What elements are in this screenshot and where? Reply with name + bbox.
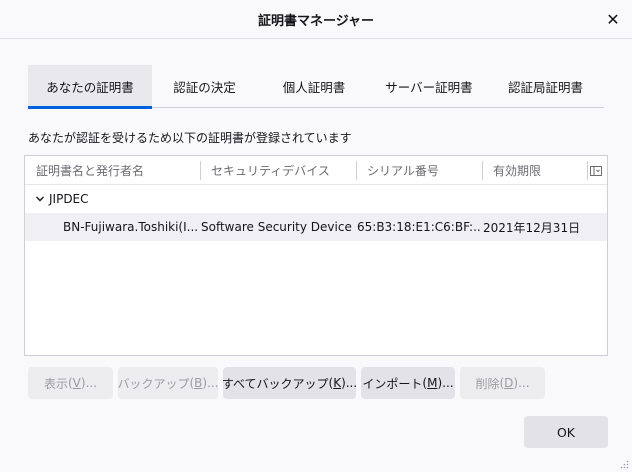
tab-label: 認証の決定 bbox=[173, 80, 236, 95]
access-key: M bbox=[427, 376, 438, 390]
import-button[interactable]: インポート(M)... bbox=[361, 367, 455, 399]
title-bar: 証明書マネージャー ✕ bbox=[0, 0, 632, 39]
description-text: あなたが認証を受けるため以下の証明書が登録されています bbox=[28, 131, 352, 145]
cell-name: BN-Fujiwara.Toshiki(I... bbox=[63, 220, 199, 234]
access-key: D bbox=[504, 376, 514, 390]
close-icon: ✕ bbox=[606, 9, 620, 29]
ok-button[interactable]: OK bbox=[524, 416, 608, 448]
button-label: バックアップ bbox=[117, 376, 190, 391]
cell-device: Software Security Device bbox=[201, 220, 352, 234]
delete-button[interactable]: 削除(D)... bbox=[460, 367, 545, 399]
cell-serial: 65:B3:18:E1:C6:BF:... bbox=[357, 220, 482, 234]
column-header-label: セキュリティデバイス bbox=[211, 163, 330, 178]
button-label: インポート bbox=[362, 376, 423, 391]
tab-bar: あなたの証明書 認証の決定 個人証明書 サーバー証明書 認証局証明書 bbox=[28, 65, 604, 109]
column-picker-icon bbox=[590, 165, 602, 176]
chevron-down-icon[interactable] bbox=[33, 192, 47, 206]
backup-button[interactable]: バックアップ(B)... bbox=[117, 367, 219, 399]
group-name: JIPDEC bbox=[49, 192, 89, 206]
column-header-label: 有効期限 bbox=[493, 163, 542, 178]
resize-grip-icon[interactable] bbox=[620, 460, 629, 469]
close-button[interactable]: ✕ bbox=[602, 8, 624, 30]
column-header-label: 証明書名と発行者名 bbox=[36, 163, 145, 178]
cell-expires: 2021年12月31日 bbox=[483, 220, 581, 235]
column-header-serial[interactable]: シリアル番号 bbox=[356, 156, 482, 185]
column-header-device[interactable]: セキュリティデバイス bbox=[200, 156, 356, 185]
access-key: K bbox=[333, 376, 342, 390]
tree-header: 証明書名と発行者名 セキュリティデバイス シリアル番号 有効期限 bbox=[25, 156, 607, 185]
view-button[interactable]: 表示(V)... bbox=[28, 367, 113, 399]
column-header-label: シリアル番号 bbox=[367, 163, 439, 178]
dialog-title: 証明書マネージャー bbox=[257, 14, 375, 29]
button-label: 削除 bbox=[475, 376, 500, 391]
action-buttons: 表示(V)... バックアップ(B)... すべてバックアップ(K)... イン… bbox=[28, 367, 545, 399]
tab-authorities[interactable]: 認証局証明書 bbox=[487, 65, 604, 108]
tab-authentication-decisions[interactable]: 認証の決定 bbox=[152, 65, 257, 108]
tree-group-row[interactable]: JIPDEC bbox=[25, 185, 607, 213]
tab-label: 個人証明書 bbox=[282, 80, 346, 95]
tab-label: サーバー証明書 bbox=[385, 80, 473, 95]
column-picker[interactable] bbox=[587, 156, 605, 185]
backup-all-button[interactable]: すべてバックアップ(K)... bbox=[221, 367, 357, 399]
button-label: すべてバックアップ bbox=[221, 376, 329, 391]
tab-people[interactable]: 個人証明書 bbox=[257, 65, 371, 108]
tab-label: あなたの証明書 bbox=[46, 80, 134, 95]
access-key: B bbox=[194, 376, 203, 390]
tab-servers[interactable]: サーバー証明書 bbox=[371, 65, 487, 108]
tab-your-certificates[interactable]: あなたの証明書 bbox=[28, 65, 152, 109]
column-header-expires[interactable]: 有効期限 bbox=[482, 156, 590, 185]
button-label: 表示 bbox=[43, 376, 68, 391]
tab-label: 認証局証明書 bbox=[507, 80, 583, 95]
table-row[interactable]: BN-Fujiwara.Toshiki(I... Software Securi… bbox=[25, 213, 607, 241]
access-key: V bbox=[72, 376, 81, 390]
certificate-tree[interactable]: 証明書名と発行者名 セキュリティデバイス シリアル番号 有効期限 JIPDEC … bbox=[24, 155, 608, 356]
column-header-name[interactable]: 証明書名と発行者名 bbox=[25, 156, 200, 185]
